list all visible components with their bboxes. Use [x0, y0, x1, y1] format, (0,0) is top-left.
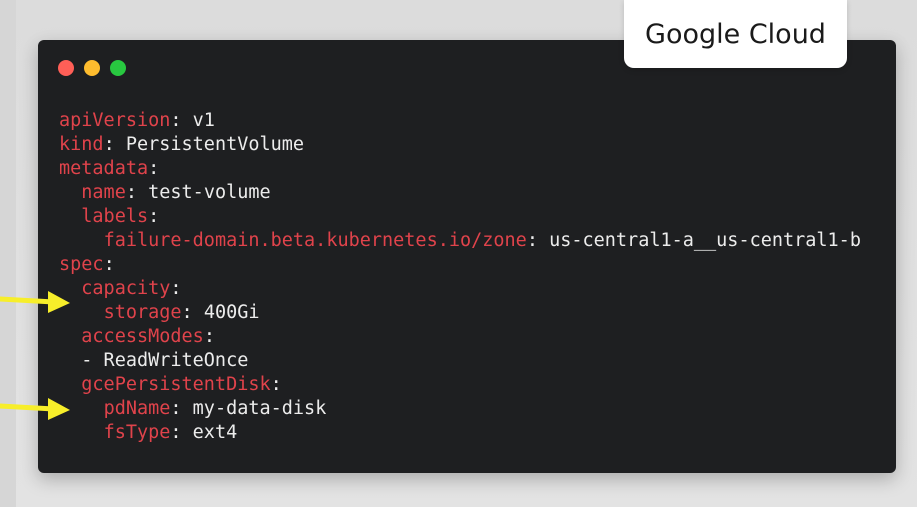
yaml-key: spec [59, 254, 104, 275]
yaml-key: apiVersion [59, 110, 171, 131]
yaml-value: test-volume [148, 182, 271, 203]
code-line: labels: [59, 205, 861, 229]
yaml-separator: : [170, 422, 193, 443]
yaml-separator: : [170, 110, 193, 131]
yaml-key: fsType [103, 422, 171, 443]
yaml-code-block: apiVersion: v1 kind: PersistentVolume meta… [59, 109, 861, 445]
yaml-separator: : [270, 374, 282, 395]
yaml-separator: : [170, 278, 182, 299]
yaml-key: failure-domain.beta.kubernetes.io/zone [103, 230, 527, 251]
close-dot-icon[interactable] [58, 60, 74, 76]
yaml-key: pdName [103, 398, 171, 419]
code-line: accessModes: [59, 325, 861, 349]
code-line: spec: [59, 253, 861, 277]
yaml-value: v1 [192, 110, 215, 131]
yaml-value: - ReadWriteOnce [81, 350, 249, 371]
yaml-value: my-data-disk [192, 398, 327, 419]
maximize-dot-icon[interactable] [110, 60, 126, 76]
yaml-separator: : [103, 254, 115, 275]
yaml-value: 400Gi [203, 302, 260, 323]
code-line: kind: PersistentVolume [59, 133, 861, 157]
yaml-key: accessModes [81, 326, 204, 347]
yaml-separator: : [170, 398, 193, 419]
yaml-separator: : [125, 182, 149, 203]
arrow-pdname-icon [0, 398, 70, 420]
yaml-separator: : [181, 302, 204, 323]
code-line: - ReadWriteOnce [59, 349, 861, 373]
code-line: metadata: [59, 157, 861, 181]
window-controls [58, 60, 126, 76]
code-line: failure-domain.beta.kubernetes.io/zone: … [59, 229, 861, 253]
yaml-separator: : [203, 326, 215, 347]
yaml-separator: : [526, 230, 550, 251]
code-line: pdName: my-data-disk [59, 397, 861, 421]
yaml-key: storage [103, 302, 182, 323]
yaml-key: labels [81, 206, 149, 227]
yaml-key: metadata [59, 158, 149, 179]
minimize-dot-icon[interactable] [84, 60, 100, 76]
yaml-separator: : [148, 206, 160, 227]
badge-label: Google Cloud [645, 18, 826, 50]
code-line: apiVersion: v1 [59, 109, 861, 133]
yaml-separator: : [103, 134, 126, 155]
yaml-key: capacity [81, 278, 171, 299]
yaml-key: gcePersistentDisk [81, 374, 271, 395]
yaml-key: name [81, 182, 126, 203]
code-line: gcePersistentDisk: [59, 373, 861, 397]
google-cloud-badge: Google Cloud [624, 0, 847, 68]
arrow-capacity-icon [0, 291, 70, 313]
yaml-value: us-central1-a__us-central1-b [549, 230, 861, 251]
code-line: capacity: [59, 277, 861, 301]
code-window: apiVersion: v1 kind: PersistentVolume meta… [38, 40, 896, 473]
yaml-key: kind [59, 134, 104, 155]
code-line: storage: 400Gi [59, 301, 861, 325]
yaml-value: PersistentVolume [125, 134, 305, 155]
yaml-value: ext4 [192, 422, 238, 443]
yaml-separator: : [148, 158, 160, 179]
code-line: name: test-volume [59, 181, 861, 205]
code-line: fsType: ext4 [59, 421, 861, 445]
